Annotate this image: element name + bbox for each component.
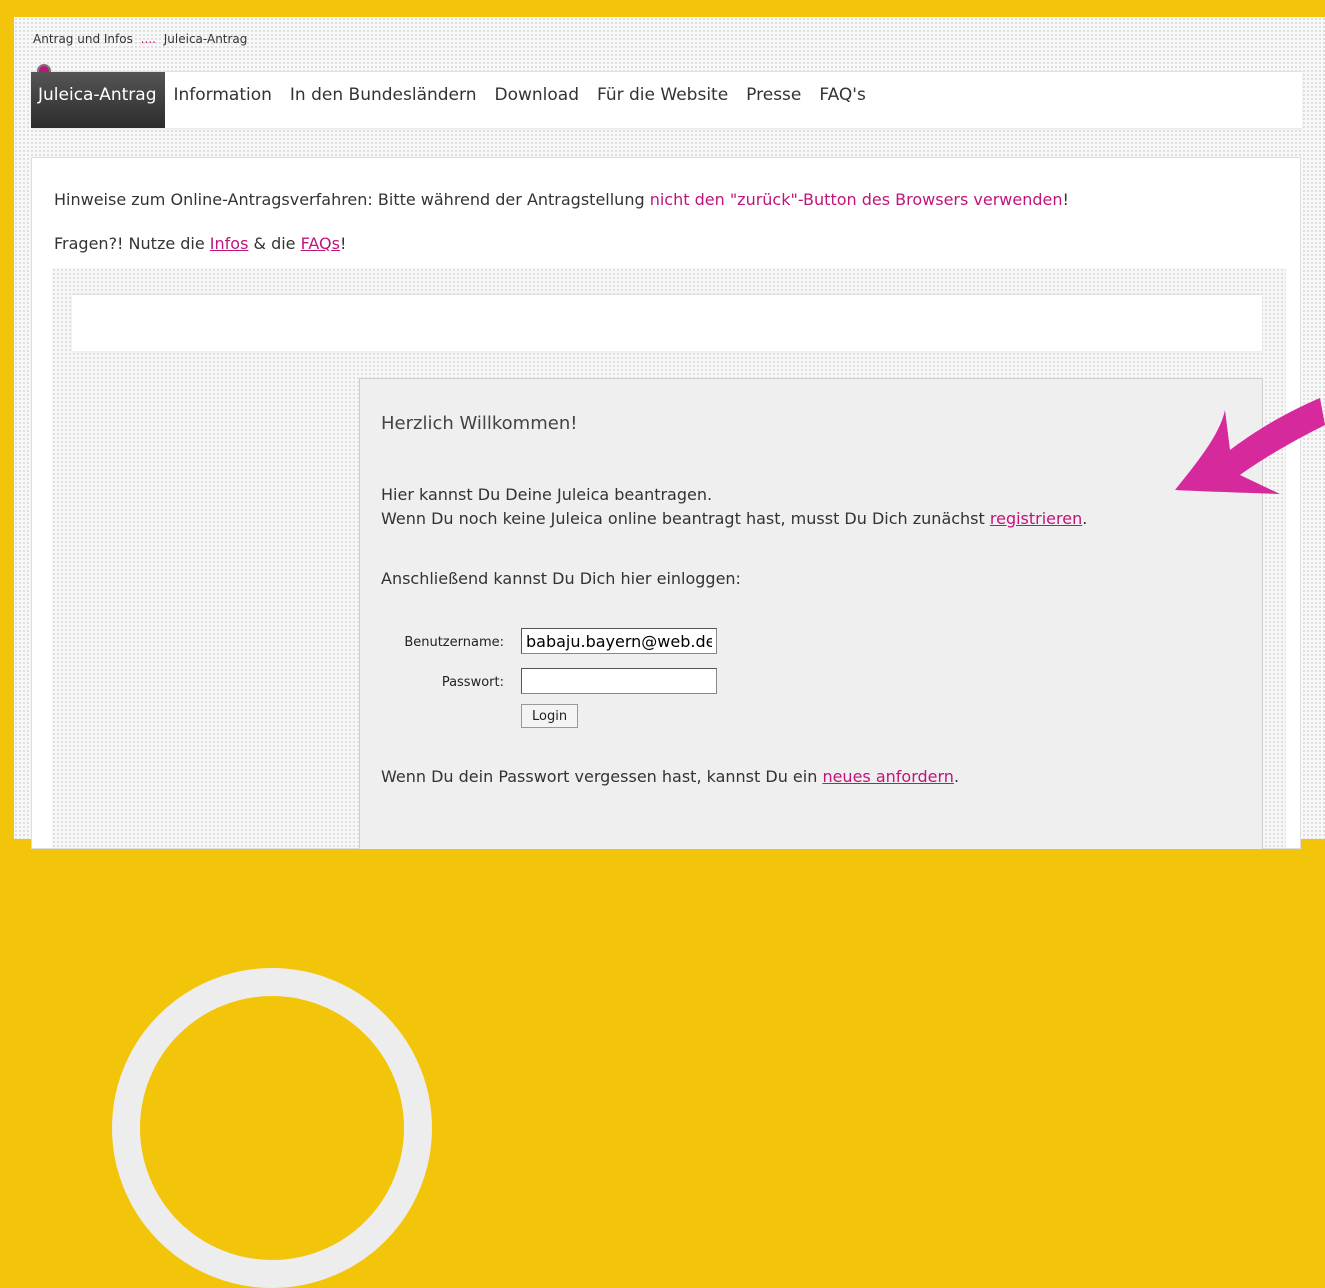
questions-middle: & die	[248, 234, 301, 253]
forgot-text: Wenn Du dein Passwort vergessen hast, ka…	[381, 767, 823, 786]
hint-warning: nicht den "zurück"-Button des Browsers v…	[649, 190, 1063, 209]
breadcrumb: Antrag und Infos .... Juleica-Antrag	[33, 32, 247, 46]
username-input[interactable]	[521, 628, 717, 654]
breadcrumb-separator: ....	[140, 32, 156, 46]
questions-line: Fragen?! Nutze die Infos & die FAQs!	[54, 234, 346, 253]
intro-line: Hier kannst Du Deine Juleica beantragen.	[381, 485, 713, 504]
background-watermark	[112, 968, 432, 1288]
register-suffix: .	[1082, 509, 1088, 528]
content-panel: Hinweise zum Online-Antragsverfahren: Bi…	[31, 157, 1301, 1288]
register-line: Wenn Du noch keine Juleica online beantr…	[381, 509, 1087, 528]
pink-arrow-annotation	[1175, 398, 1325, 494]
questions-text: Fragen?! Nutze die	[54, 234, 210, 253]
hint-suffix: !	[1062, 190, 1069, 209]
nav-item-download[interactable]: Download	[485, 72, 588, 128]
nav-item-fuer-die-website[interactable]: Für die Website	[588, 72, 737, 128]
register-text: Wenn Du noch keine Juleica online beantr…	[381, 509, 990, 528]
inner-header-bar	[72, 294, 1262, 351]
forgot-suffix: .	[953, 767, 960, 786]
inner-panel: Herzlich Willkommen! Hier kannst Du Dein…	[52, 268, 1286, 1288]
nav-items: Juleica-Antrag Information In den Bundes…	[31, 72, 875, 128]
request-new-password-link[interactable]: neues anfordern	[822, 767, 954, 786]
nav-item-bundeslaender[interactable]: In den Bundesländern	[281, 72, 486, 128]
welcome-heading: Herzlich Willkommen!	[381, 413, 578, 434]
page-frame: Antrag und Infos .... Juleica-Antrag Jul…	[14, 17, 1325, 1288]
login-prompt: Anschließend kannst Du Dich hier einlogg…	[381, 569, 741, 588]
questions-suffix: !	[339, 234, 347, 253]
login-button[interactable]: Login	[521, 704, 579, 728]
forgot-password-line: Wenn Du dein Passwort vergessen hast, ka…	[381, 767, 959, 786]
username-label: Benutzername:	[404, 635, 504, 650]
online-process-hint: Hinweise zum Online-Antragsverfahren: Bi…	[54, 190, 1069, 209]
hint-text: Hinweise zum Online-Antragsverfahren: Bi…	[54, 190, 650, 209]
breadcrumb-item-antrag-und-infos[interactable]: Antrag und Infos	[33, 32, 133, 46]
breadcrumb-current: Juleica-Antrag	[163, 32, 248, 46]
password-input[interactable]	[521, 668, 717, 694]
nav-item-presse[interactable]: Presse	[737, 72, 810, 128]
nav-item-juleica-antrag[interactable]: Juleica-Antrag	[31, 72, 165, 128]
arrow-icon	[1175, 398, 1325, 494]
nav-item-faqs[interactable]: FAQ's	[810, 72, 874, 128]
login-box: Herzlich Willkommen! Hier kannst Du Dein…	[359, 378, 1263, 849]
nav-item-information[interactable]: Information	[165, 72, 281, 128]
main-nav: Juleica-Antrag Information In den Bundes…	[31, 64, 1302, 128]
password-label: Passwort:	[441, 675, 504, 690]
infos-link[interactable]: Infos	[210, 234, 249, 253]
register-link[interactable]: registrieren	[990, 509, 1082, 528]
faqs-link[interactable]: FAQs	[301, 234, 340, 253]
